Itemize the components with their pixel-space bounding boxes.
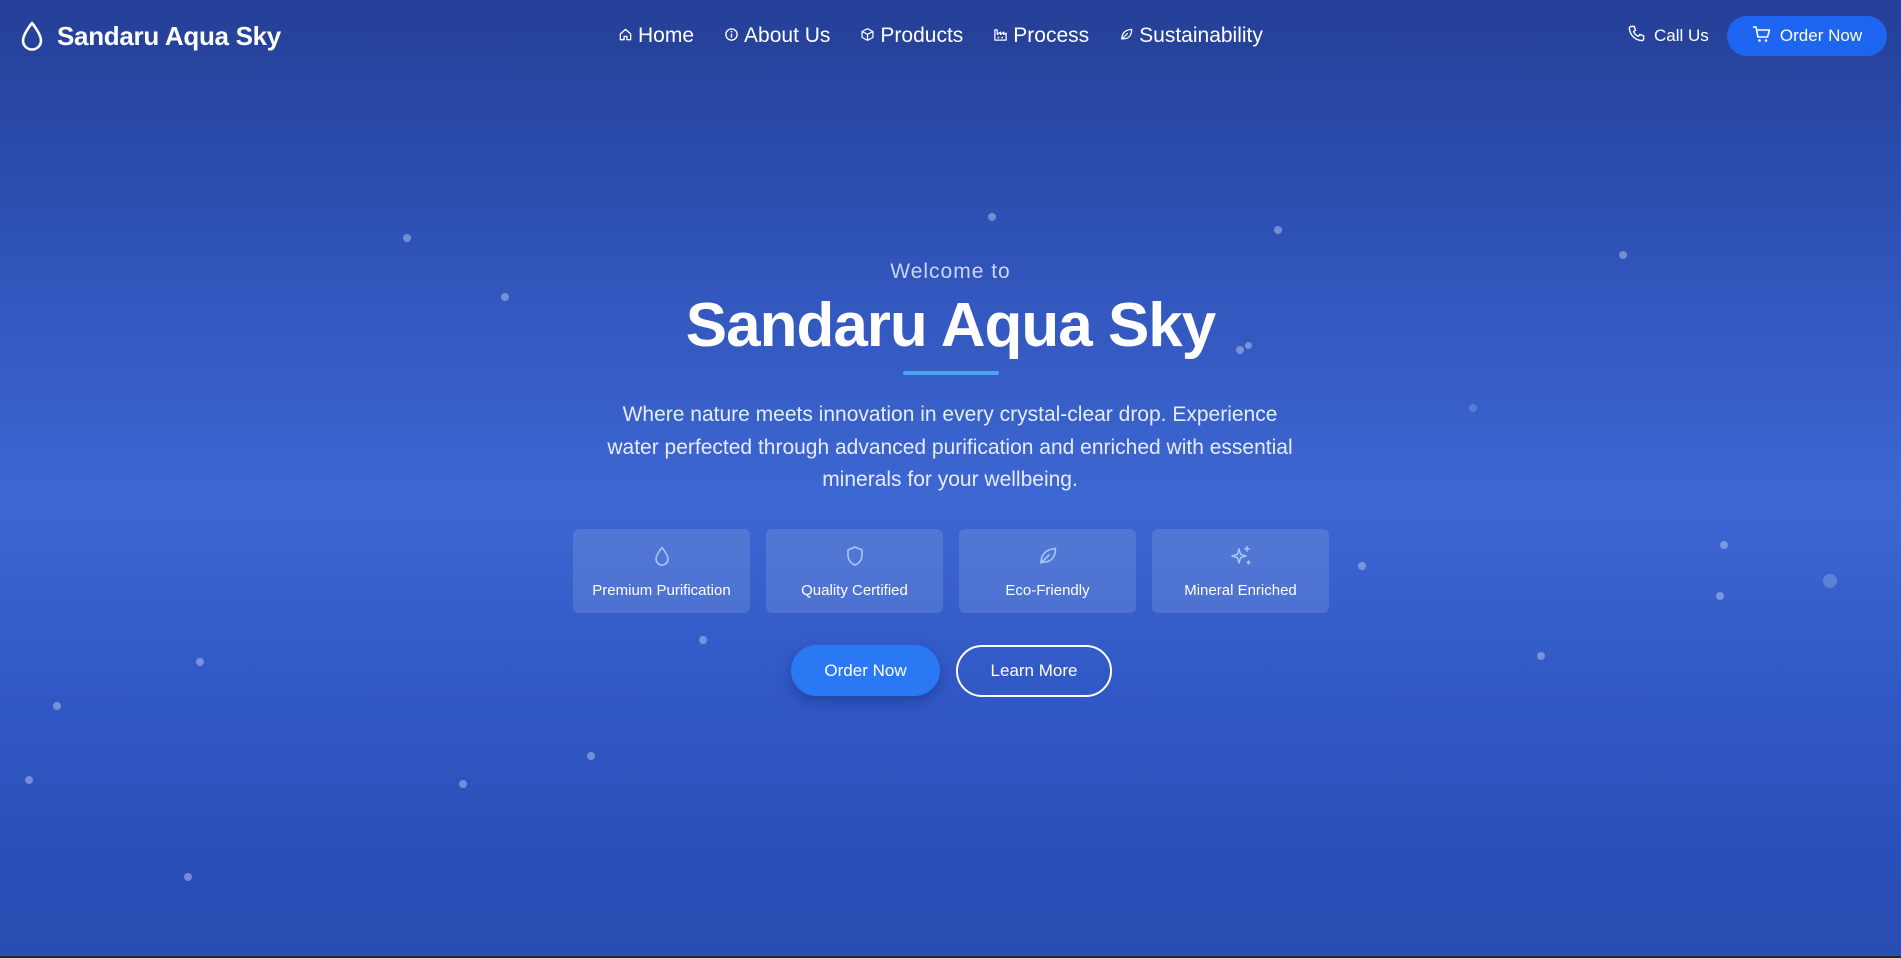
hero-description: Where nature meets innovation in every c… bbox=[607, 403, 1293, 491]
particle-dot bbox=[53, 702, 61, 710]
feature-card-eco: Eco-Friendly bbox=[959, 529, 1136, 613]
nav-item-label: Process bbox=[1013, 24, 1090, 47]
main-menu: Home About Us Products Process Sustainab… bbox=[618, 20, 1263, 52]
order-now-label: Order Now bbox=[1779, 26, 1863, 45]
nav-item-sustainability[interactable]: Sustainability bbox=[1119, 24, 1263, 48]
call-us-label: Call Us bbox=[1654, 26, 1709, 45]
particle-dot bbox=[1619, 251, 1627, 259]
learn-more-button[interactable]: Learn More bbox=[956, 645, 1112, 697]
feature-card-quality: Quality Certified bbox=[766, 529, 943, 613]
particle-dot bbox=[1720, 541, 1728, 549]
feature-label: Premium Purification bbox=[592, 581, 731, 599]
feature-label: Quality Certified bbox=[801, 581, 908, 599]
title-underline bbox=[903, 371, 999, 375]
particle-dot bbox=[403, 234, 411, 242]
hero-title: Sandaru Aqua Sky bbox=[685, 291, 1217, 360]
nav-item-home[interactable]: Home bbox=[618, 24, 694, 48]
particle-dot bbox=[1469, 404, 1477, 412]
nav-item-label: About Us bbox=[744, 24, 831, 47]
particle-dot bbox=[988, 213, 996, 221]
particle-dot bbox=[184, 873, 192, 881]
brand-name: Sandaru Aqua Sky bbox=[57, 20, 281, 51]
particle-dot bbox=[587, 752, 595, 760]
call-us-link[interactable]: Call Us bbox=[1627, 22, 1709, 50]
box-icon bbox=[860, 24, 875, 48]
particle-dot bbox=[1716, 592, 1724, 600]
particle-dot bbox=[459, 780, 467, 788]
particle-dot bbox=[196, 658, 204, 666]
nav-item-label: Products bbox=[880, 24, 964, 47]
top-navbar: Sandaru Aqua Sky Home About Us Products … bbox=[0, 0, 1901, 72]
brand-logo[interactable]: Sandaru Aqua Sky bbox=[19, 18, 281, 54]
phone-icon bbox=[1627, 24, 1646, 48]
order-now-button[interactable]: Order Now bbox=[791, 645, 940, 696]
factory-icon bbox=[993, 24, 1008, 48]
feature-label: Mineral Enriched bbox=[1184, 581, 1297, 599]
feature-label: Eco-Friendly bbox=[1005, 581, 1090, 599]
particle-dot bbox=[25, 776, 33, 784]
feature-cards: Premium Purification Quality Certified E… bbox=[573, 529, 1329, 613]
hero-section: Sandaru Aqua Sky Home About Us Products … bbox=[0, 0, 1901, 956]
nav-item-process[interactable]: Process bbox=[993, 24, 1089, 48]
droplet-icon bbox=[19, 20, 45, 52]
particle-dot bbox=[1537, 652, 1545, 660]
leaf-icon bbox=[1119, 24, 1134, 48]
particle-dot bbox=[1358, 562, 1366, 570]
particle-dot bbox=[699, 636, 707, 644]
leaf-icon bbox=[1036, 544, 1060, 573]
nav-item-label: Home bbox=[638, 24, 695, 47]
nav-item-products[interactable]: Products bbox=[860, 24, 963, 48]
feature-card-mineral: Mineral Enriched bbox=[1152, 529, 1329, 613]
particle-dot bbox=[1823, 574, 1837, 588]
info-icon bbox=[724, 24, 739, 48]
welcome-text: Welcome to bbox=[890, 260, 1011, 283]
nav-item-label: Sustainability bbox=[1139, 24, 1263, 47]
cart-icon bbox=[1752, 24, 1772, 49]
sparkles-icon bbox=[1229, 544, 1253, 573]
shield-icon bbox=[843, 544, 867, 573]
nav-item-about[interactable]: About Us bbox=[724, 24, 830, 48]
particle-dot bbox=[1274, 226, 1282, 234]
home-icon bbox=[618, 24, 633, 48]
droplet-icon bbox=[650, 544, 674, 573]
feature-card-purification: Premium Purification bbox=[573, 529, 750, 613]
order-now-nav-button[interactable]: Order Now bbox=[1727, 16, 1887, 56]
